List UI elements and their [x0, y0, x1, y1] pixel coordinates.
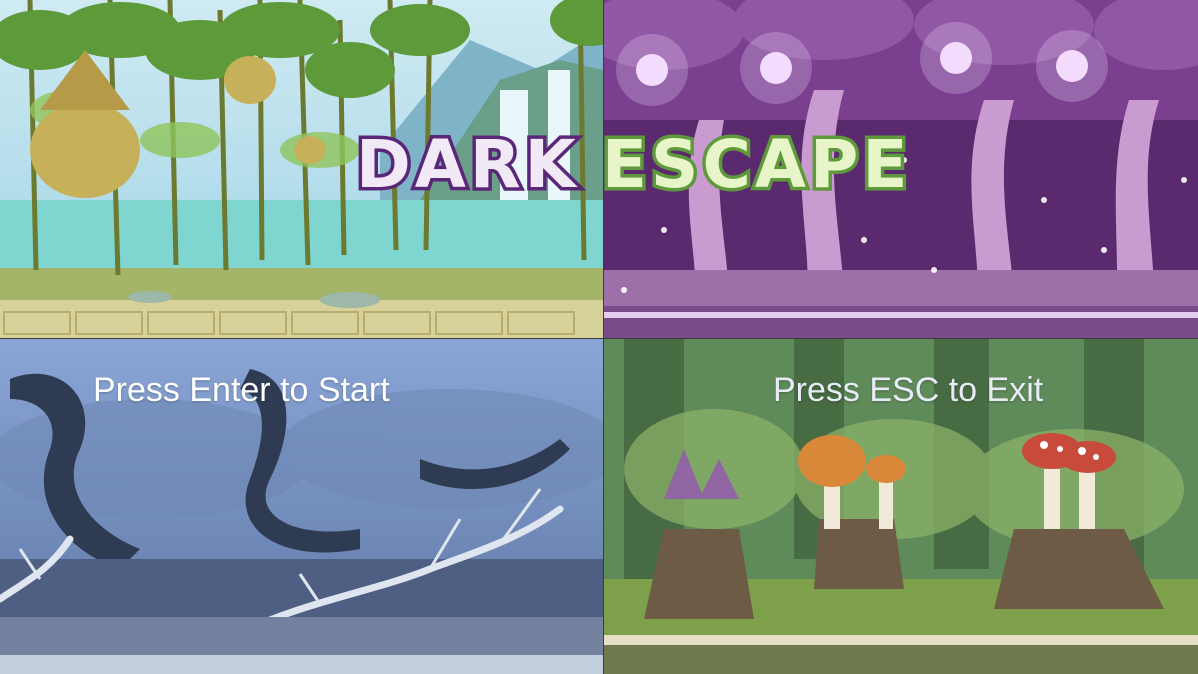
panel-divider-vertical: [603, 0, 604, 674]
title-screen: DARK ESCAPE Press Enter to Start Press ES…: [0, 0, 1198, 674]
game-title: DARK ESCAPE: [353, 123, 912, 207]
exit-prompt[interactable]: Press ESC to Exit: [773, 371, 1043, 410]
panel-divider-horizontal: [0, 338, 1198, 339]
title-word-escape: ESCAPE: [598, 123, 912, 207]
title-word-dark: DARK: [353, 123, 580, 207]
start-prompt[interactable]: Press Enter to Start: [93, 371, 390, 410]
